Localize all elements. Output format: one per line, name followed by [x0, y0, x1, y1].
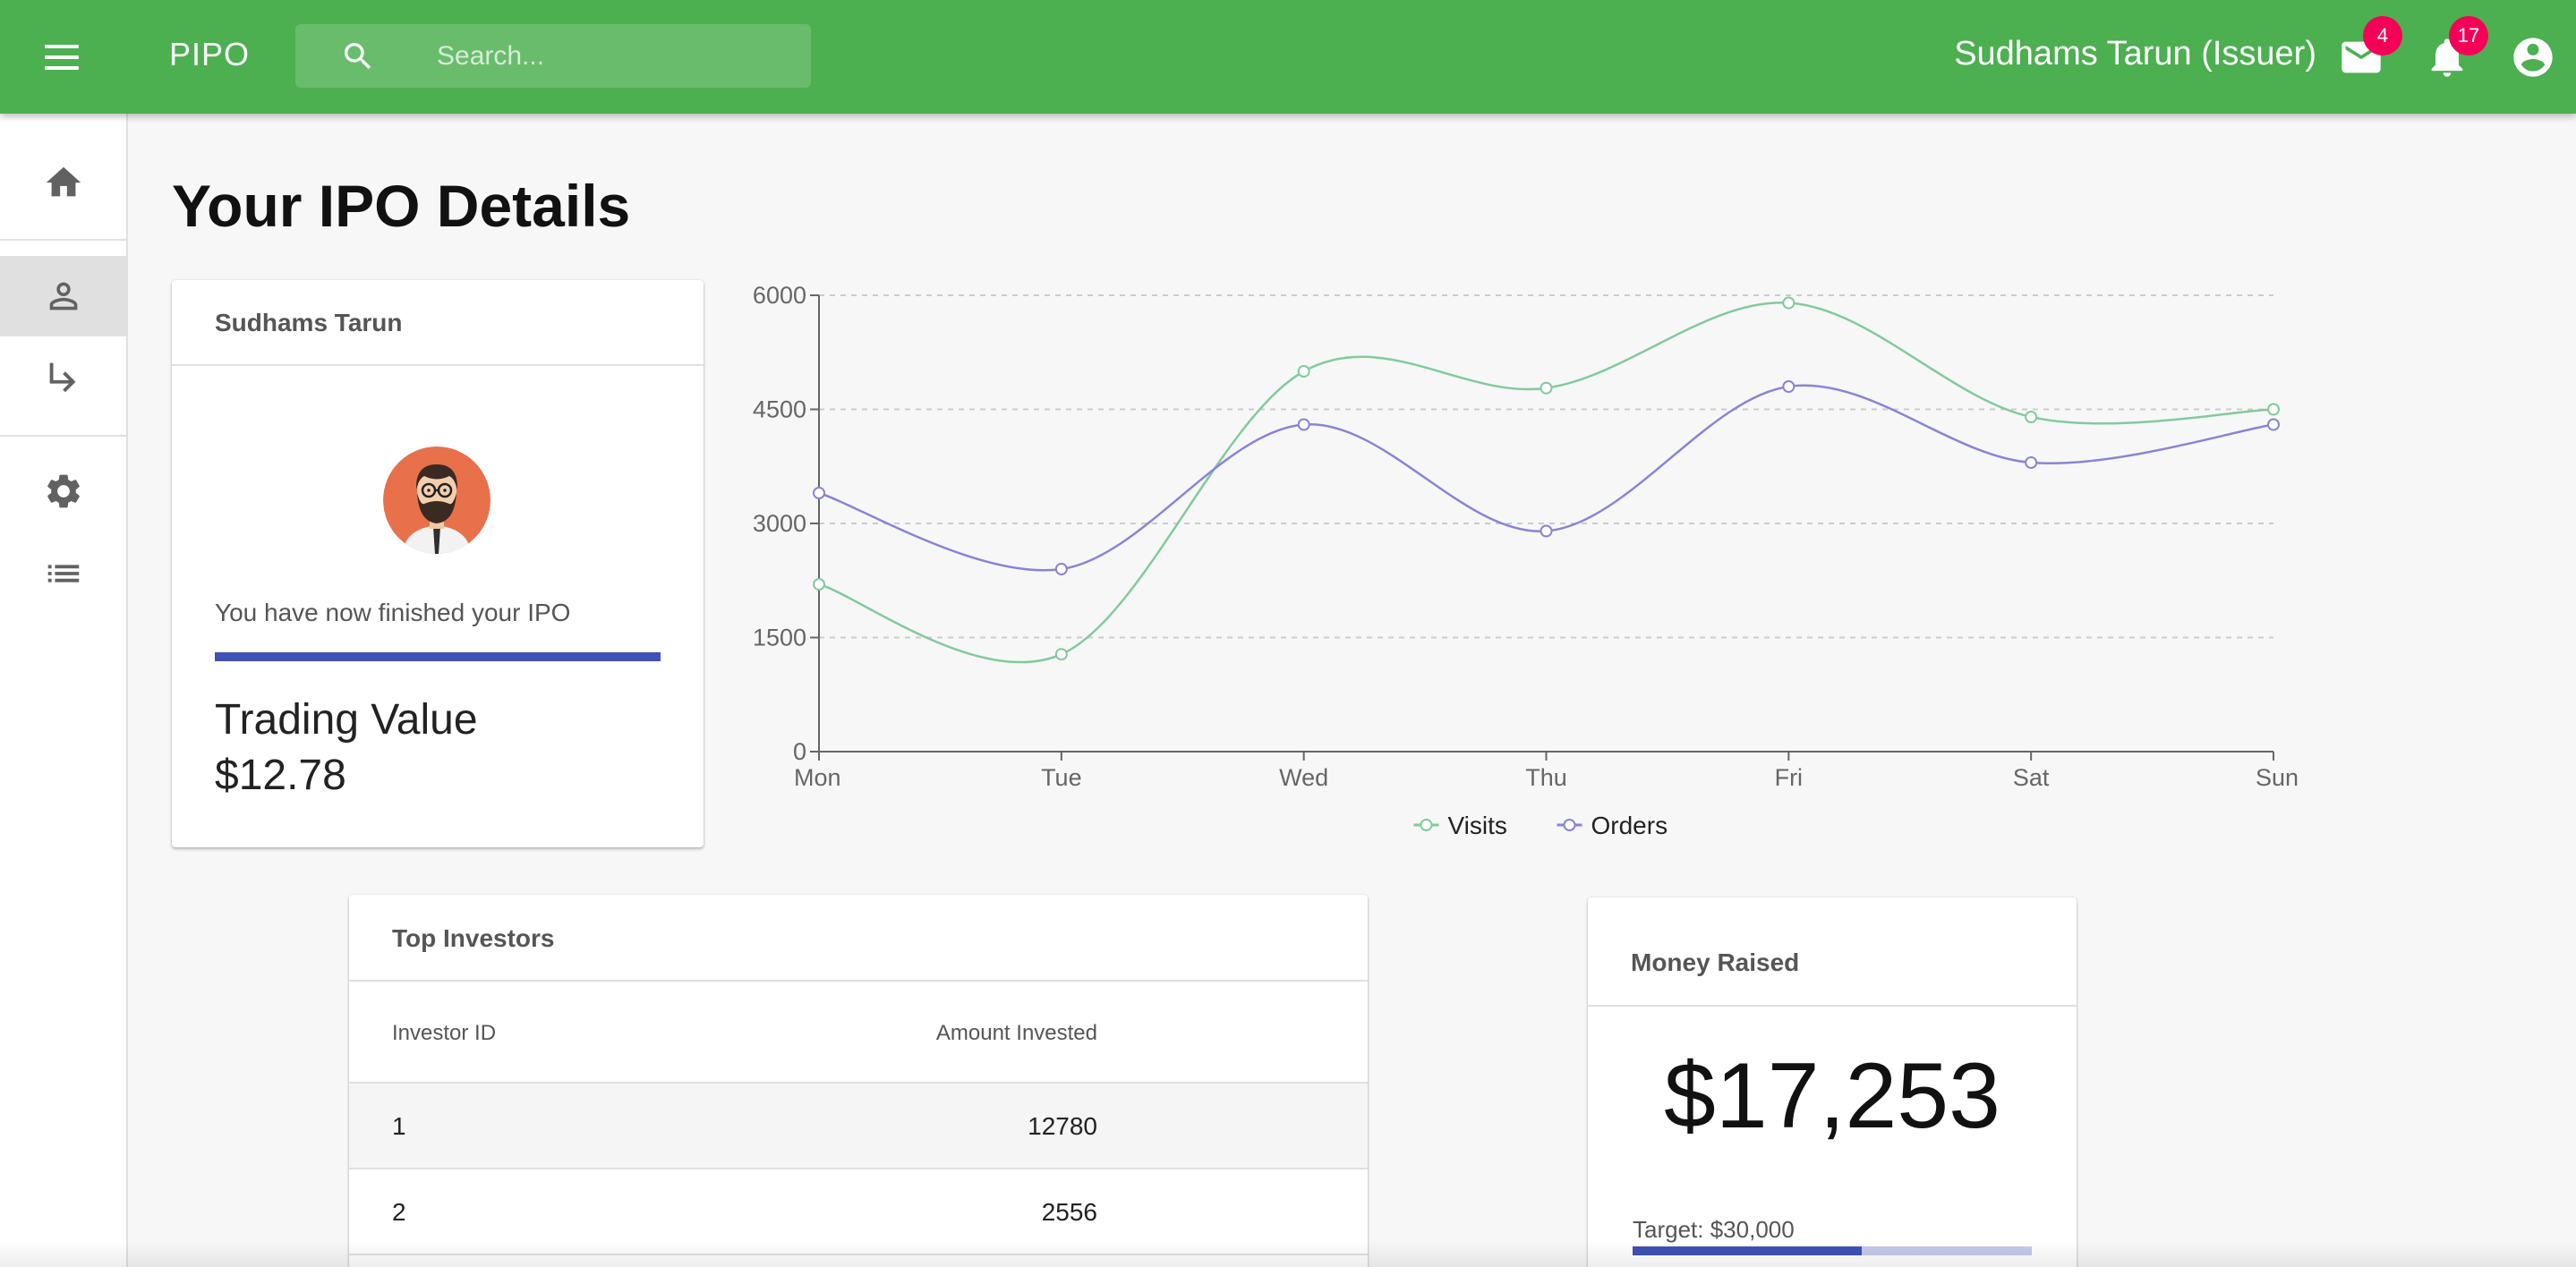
x-tick-label: Tue — [1041, 764, 1082, 791]
legend-label-visits: Visits — [1448, 812, 1507, 839]
y-tick-label: 3000 — [753, 510, 806, 537]
account-button[interactable] — [2510, 34, 2556, 81]
money-raised-card: Money Raised $17,253 Target: $30,000 — [1588, 897, 2077, 1267]
money-raised-title: Money Raised — [1588, 897, 2077, 1007]
data-point-visits — [2025, 411, 2038, 423]
amount-cell: 12780 — [1028, 1112, 1097, 1140]
column-header-amount: Amount Invested — [935, 1021, 1097, 1045]
data-point-visits — [813, 578, 825, 591]
trading-value-label: Trading Value — [215, 696, 478, 744]
x-tick-label: Wed — [1279, 764, 1328, 791]
top-investors-card: Top Investors Investor ID Amount Investe… — [349, 895, 1368, 1267]
money-progress-fill — [1633, 1246, 1863, 1255]
profile-card: Sudhams Tarun You have now finished your… — [172, 280, 704, 847]
data-point-orders — [1297, 418, 1310, 431]
ipo-status-message: You have now finished your IPO — [215, 599, 571, 626]
legend-marker-orders — [1563, 819, 1576, 831]
sidebar-divider — [0, 435, 126, 437]
table-row[interactable]: 2 2556 — [349, 1169, 1368, 1255]
y-tick-label: 0 — [793, 738, 806, 765]
sidebar-item-profile[interactable] — [0, 256, 126, 336]
y-tick-label: 4500 — [753, 396, 806, 423]
page-title: Your IPO Details — [172, 173, 631, 239]
sidebar-item-home[interactable] — [0, 142, 126, 223]
data-point-orders — [1540, 524, 1553, 538]
x-tick-label: Sun — [2256, 764, 2299, 791]
legend-marker-visits — [1420, 819, 1433, 831]
menu-icon[interactable] — [41, 39, 84, 75]
search-box[interactable] — [295, 24, 811, 88]
money-raised-amount: $17,253 — [1664, 1044, 2000, 1148]
ipo-progress-fill — [215, 652, 661, 661]
data-point-orders — [1054, 563, 1068, 575]
x-tick-label: Thu — [1525, 764, 1567, 791]
mail-badge: 4 — [2363, 16, 2402, 55]
data-point-orders — [813, 487, 825, 499]
search-icon — [345, 43, 371, 70]
investor-id-cell: 2 — [392, 1198, 406, 1226]
sidebar — [0, 114, 128, 1267]
sidebar-item-settings[interactable] — [0, 451, 126, 531]
account-circle-icon — [2513, 38, 2553, 77]
trading-value: $12.78 — [215, 752, 346, 799]
series-line-visits — [818, 302, 2274, 664]
data-point-orders — [2025, 456, 2038, 469]
sidebar-item-list[interactable] — [0, 533, 126, 614]
home-icon — [46, 166, 81, 197]
table-header: Investor ID Amount Invested — [349, 982, 1368, 1084]
visits-orders-chart: 0 1500 3000 4500 6000 Mon Tue Wed Thu Fri Sat Sun Vi… — [753, 282, 2299, 839]
x-tick-label: Fri — [1775, 764, 1803, 791]
profile-name: Sudhams Tarun — [172, 280, 704, 366]
data-point-orders — [2267, 418, 2280, 431]
mail-button[interactable]: 4 — [2338, 16, 2402, 81]
target-amount: Target: $30,000 — [1633, 1216, 1795, 1243]
y-tick-label: 1500 — [753, 625, 806, 651]
settings-icon — [47, 474, 80, 508]
data-point-visits — [1054, 648, 1068, 661]
avatar — [383, 446, 490, 554]
money-progress-bar — [1633, 1246, 2032, 1255]
column-header-investor-id: Investor ID — [392, 1021, 497, 1045]
search-input[interactable] — [437, 24, 795, 88]
sidebar-item-exit[interactable] — [0, 336, 126, 417]
user-name: Sudhams Tarun (Issuer) — [1954, 35, 2316, 72]
list-icon — [47, 565, 79, 582]
notifications-button[interactable]: 17 — [2424, 16, 2488, 81]
series-line-orders — [818, 384, 2274, 572]
x-tick-label: Mon — [794, 764, 841, 791]
ipo-progress-bar — [215, 652, 661, 661]
notification-badge: 17 — [2449, 16, 2488, 55]
data-point-visits — [2267, 403, 2280, 416]
y-tick-label: 6000 — [753, 282, 806, 309]
person-icon — [49, 282, 77, 310]
app-bar: PIPO Sudhams Tarun (Issuer) 4 17 — [0, 0, 2576, 114]
data-point-visits — [1782, 296, 1796, 310]
investor-id-cell: 1 — [392, 1112, 406, 1140]
x-tick-label: Sat — [2013, 764, 2050, 791]
table-row[interactable]: 1 12780 — [349, 1084, 1368, 1169]
subdirectory-arrow-icon — [49, 362, 75, 393]
amount-cell: 2556 — [1041, 1198, 1097, 1226]
data-point-orders — [1782, 380, 1796, 393]
top-investors-title: Top Investors — [349, 895, 1368, 982]
data-point-visits — [1540, 381, 1553, 395]
app-title: PIPO — [169, 36, 251, 72]
sidebar-divider — [0, 239, 126, 241]
legend-label-orders: Orders — [1591, 812, 1668, 839]
data-point-visits — [1297, 365, 1310, 378]
